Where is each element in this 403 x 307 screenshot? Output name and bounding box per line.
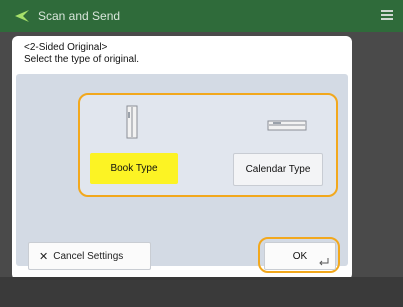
screen: Scan and Send <2-Sided Original> Select … xyxy=(0,0,403,307)
book-type-option[interactable]: Book Type xyxy=(90,153,178,184)
calendar-type-label: Calendar Type xyxy=(245,164,311,175)
two-sided-original-dialog: <2-Sided Original> Select the type of or… xyxy=(12,36,352,280)
bottom-bar xyxy=(0,277,403,307)
ok-label: OK xyxy=(292,250,308,262)
cancel-settings-button[interactable]: ✕ Cancel Settings xyxy=(28,242,151,270)
app-title: Scan and Send xyxy=(38,9,121,23)
calendar-type-option[interactable]: Calendar Type xyxy=(233,153,323,186)
arrow-back-icon[interactable] xyxy=(14,9,30,23)
enter-icon xyxy=(319,258,329,266)
menu-icon[interactable] xyxy=(381,10,393,20)
ok-button[interactable]: OK xyxy=(264,242,336,270)
book-type-label: Book Type xyxy=(110,163,158,174)
dialog-title: <2-Sided Original> xyxy=(24,42,108,53)
cancel-settings-label: Cancel Settings xyxy=(53,250,124,262)
close-icon: ✕ xyxy=(39,250,49,263)
dialog-instruction: Select the type of original. xyxy=(24,54,140,65)
calendar-type-icon xyxy=(267,120,307,131)
original-type-group: Book Type Calendar Type xyxy=(78,93,338,197)
book-type-icon xyxy=(126,105,138,139)
dialog-header: <2-Sided Original> Select the type of or… xyxy=(12,36,352,72)
app-header: Scan and Send xyxy=(0,0,403,32)
